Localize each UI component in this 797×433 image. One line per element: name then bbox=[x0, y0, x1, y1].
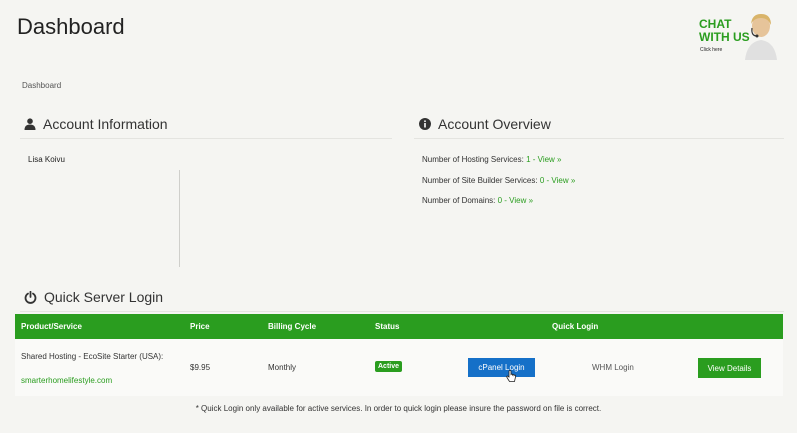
info-icon bbox=[419, 118, 431, 130]
chat-click-here: Click here bbox=[700, 47, 723, 53]
account-information-rule bbox=[20, 138, 392, 139]
account-overview-title: Account Overview bbox=[438, 116, 551, 132]
dashboard-page: Dashboard CHAT WITH US Click here Dashbo… bbox=[0, 0, 797, 433]
quick-server-login-title: Quick Server Login bbox=[44, 289, 164, 305]
domains-count[interactable]: 0 bbox=[498, 196, 502, 205]
account-information-title: Account Information bbox=[43, 116, 168, 132]
domains-view-link[interactable]: - View » bbox=[504, 196, 533, 205]
vertical-divider bbox=[179, 170, 180, 267]
product-price: $9.95 bbox=[190, 363, 211, 372]
account-information-heading: Account Information bbox=[24, 116, 168, 132]
power-icon bbox=[24, 290, 37, 304]
overview-site-builder-services: Number of Site Builder Services: 0 - Vie… bbox=[422, 176, 576, 185]
hosting-services-count[interactable]: 1 bbox=[526, 155, 530, 164]
quick-login-footnote: * Quick Login only available for active … bbox=[195, 404, 602, 413]
support-agent-icon bbox=[745, 14, 777, 60]
whm-login-link[interactable]: WHM Login bbox=[592, 363, 634, 372]
billing-cycle: Monthly bbox=[268, 363, 297, 372]
account-overview-heading: Account Overview bbox=[419, 116, 551, 132]
quick-login-rule bbox=[20, 311, 784, 312]
cpanel-login-button[interactable]: cPanel Login bbox=[468, 358, 535, 377]
overview-domains: Number of Domains: 0 - View » bbox=[422, 196, 534, 205]
product-name: Shared Hosting - EcoSite Starter (USA): bbox=[21, 352, 164, 361]
user-icon bbox=[24, 118, 36, 130]
column-product-service: Product/Service bbox=[21, 322, 82, 331]
status-badge: Active bbox=[375, 361, 403, 372]
client-name: Lisa Koivu bbox=[28, 155, 65, 164]
account-overview-rule bbox=[414, 138, 784, 139]
column-status: Status bbox=[375, 322, 400, 331]
product-domain-link[interactable]: smarterhomelifestyle.com bbox=[21, 376, 112, 385]
quick-server-login-heading: Quick Server Login bbox=[24, 289, 163, 305]
page-title: Dashboard bbox=[17, 14, 125, 39]
site-builder-view-link[interactable]: - View » bbox=[547, 176, 576, 185]
table-header: Product/Service Price Billing Cycle Stat… bbox=[15, 314, 783, 339]
view-details-button[interactable]: View Details bbox=[698, 358, 761, 378]
column-price: Price bbox=[190, 322, 210, 331]
hosting-services-view-link[interactable]: - View » bbox=[533, 155, 562, 164]
site-builder-count[interactable]: 0 bbox=[540, 176, 544, 185]
hand-cursor-icon bbox=[506, 370, 516, 382]
breadcrumb: Dashboard bbox=[22, 81, 62, 90]
chat-widget[interactable]: CHAT WITH US Click here bbox=[697, 10, 787, 62]
column-quick-login: Quick Login bbox=[552, 322, 599, 331]
overview-hosting-services: Number of Hosting Services: 1 - View » bbox=[422, 155, 562, 164]
column-billing-cycle: Billing Cycle bbox=[268, 322, 317, 331]
